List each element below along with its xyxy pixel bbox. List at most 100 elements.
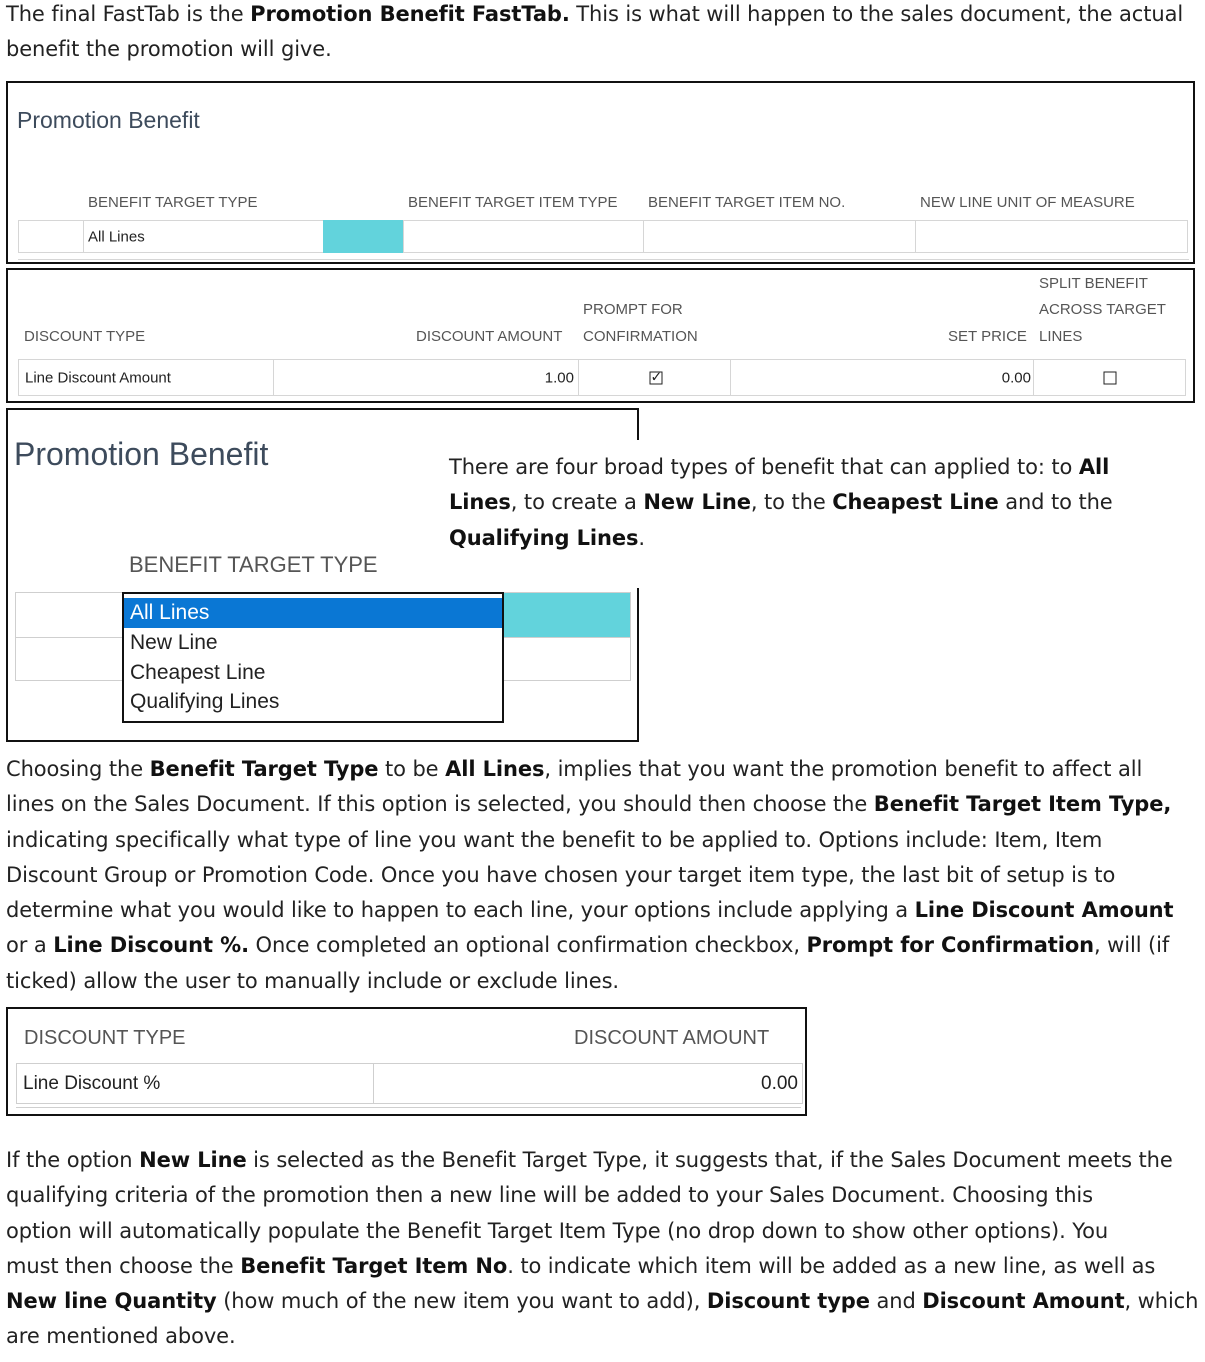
benefit-target-type-dropdown-toggle[interactable] [323, 220, 404, 253]
discount-type-field-2[interactable]: Line Discount % [16, 1063, 374, 1104]
para-bold: New line Quantity [6, 1289, 217, 1314]
dropdown-header-benefit-target-type: BENEFIT TARGET TYPE [129, 552, 378, 577]
benefit-target-item-no-field[interactable] [643, 220, 916, 253]
dropdown-row-1-teal[interactable] [500, 592, 631, 638]
promotion-benefit-fasttab: Promotion Benefit BENEFIT TARGET TYPE BE… [6, 81, 1195, 264]
para-bold: Discount type [706, 1289, 870, 1314]
prompt-for-confirmation-cell: ✓ [578, 359, 731, 396]
discount-amount-field-2[interactable]: 0.00 [373, 1063, 803, 1104]
para-bold: Line Discount Amount [914, 898, 1174, 923]
para1-line-2: lines on the Sales Document. If this opt… [6, 787, 1173, 822]
intro-line-1: The final FastTab is the Promotion Benef… [6, 0, 1183, 32]
para-text: , will (if [1094, 933, 1170, 958]
para-bold: Benefit Target Item Type, [873, 792, 1172, 817]
new-line-unit-of-measure-field[interactable] [915, 220, 1188, 253]
header-discount-type: DISCOUNT TYPE [24, 328, 146, 345]
split-benefit-cell [1033, 359, 1186, 396]
para-text: must then choose the [6, 1253, 241, 1278]
intro-paragraph: The final FastTab is the Promotion Benef… [6, 0, 1183, 68]
benefit-types-callout: There are four broad types of benefit th… [449, 450, 1169, 556]
para-text: , which [1124, 1289, 1199, 1314]
callout-text: There are four broad types of benefit th… [449, 455, 1079, 479]
callout-bold: Qualifying Lines [449, 525, 639, 550]
split-benefit-checkbox[interactable] [1103, 371, 1116, 384]
para-text: If the option [6, 1148, 140, 1172]
para-bold: All Lines [445, 757, 545, 781]
benefit-target-type-dropdown-list[interactable]: All Lines New Line Cheapest Line Qualify… [122, 592, 504, 723]
para-text: . to indicate which item will be added a… [507, 1253, 1156, 1278]
prompt-for-confirmation-checkbox[interactable]: ✓ [649, 370, 663, 384]
header-discount-amount-2: DISCOUNT AMOUNT [574, 1027, 770, 1049]
header-benefit-target-item-no: BENEFIT TARGET ITEM NO. [648, 194, 846, 211]
header-discount-amount: DISCOUNT AMOUNT [416, 328, 563, 345]
dropdown-row-2-right[interactable] [500, 637, 631, 681]
dropdown-panel-title: Promotion Benefit [14, 436, 269, 472]
callout-text: , to the [750, 490, 833, 515]
header-split-benefit-1: SPLIT BENEFIT [1039, 275, 1148, 292]
para-bold: Discount Amount [922, 1289, 1125, 1314]
discount-amount-field[interactable]: 1.00 [273, 359, 579, 396]
intro-text: The final FastTab is the [6, 2, 251, 26]
para1-line-4: Discount Group or Promotion Code. Once y… [6, 862, 1116, 887]
dropdown-option-all-lines[interactable]: All Lines [124, 598, 502, 628]
line-discount-percent-panel: DISCOUNT TYPE DISCOUNT AMOUNT Line Disco… [6, 1007, 807, 1116]
callout-line-2: Lines, to create a New Line, to the Chea… [449, 485, 1169, 520]
para2-line-5: New line Quantity (how much of the new i… [6, 1284, 1198, 1319]
all-lines-paragraph: Choosing the Benefit Target Type to be A… [6, 752, 1174, 999]
para2-line-2: qualifying criteria of the promotion the… [6, 1183, 1093, 1208]
new-line-paragraph: If the option New Line is selected as th… [6, 1143, 1198, 1355]
intro-text: This is what will happen to the sales do… [569, 2, 1184, 26]
next-row-divider-2 [16, 1107, 801, 1111]
discount-type-value: Line Discount Amount [25, 369, 171, 386]
header-set-price: SET PRICE [948, 328, 1027, 345]
para1-line-3: indicating specifically what type of lin… [6, 827, 1103, 852]
para-text: determine what you would like to happen … [6, 898, 915, 923]
para-bold: Benefit Target Item No [240, 1253, 508, 1278]
next-row-divider [18, 259, 1189, 263]
panel-right-border-top [637, 408, 639, 440]
callout-text: and to the [998, 490, 1113, 515]
para2-line-4: must then choose the Benefit Target Item… [6, 1249, 1198, 1284]
para-text: (how much of the new item you want to ad… [216, 1289, 707, 1314]
row-selector-cell[interactable] [18, 220, 84, 253]
callout-line-3: Qualifying Lines. [449, 521, 1169, 556]
para-text: lines on the Sales Document. If this opt… [6, 792, 874, 817]
para-bold: Line Discount %. [53, 933, 249, 958]
benefit-target-type-field[interactable]: All Lines [83, 220, 324, 253]
dropdown-option-qualifying-lines[interactable]: Qualifying Lines [124, 687, 502, 717]
para2-line-6: are mentioned above. [6, 1324, 236, 1349]
header-new-line-unit-of-measure: NEW LINE UNIT OF MEASURE [920, 194, 1135, 211]
benefit-target-type-value: All Lines [88, 228, 145, 245]
para2-line-1: If the option New Line is selected as th… [6, 1143, 1198, 1178]
para-bold: Benefit Target Type [149, 757, 379, 781]
discount-type-field[interactable]: Line Discount Amount [18, 359, 274, 396]
header-split-benefit-2: ACROSS TARGET [1039, 301, 1166, 318]
intro-bold: Promotion Benefit FastTab. [250, 2, 570, 26]
dropdown-row-1-selector[interactable] [15, 592, 129, 638]
header-split-benefit-3: LINES [1039, 328, 1083, 345]
callout-bold: All [1078, 455, 1110, 479]
discount-type-value-2: Line Discount % [23, 1072, 161, 1094]
para-text: Choosing the [6, 757, 150, 781]
header-benefit-target-item-type: BENEFIT TARGET ITEM TYPE [408, 194, 618, 211]
discount-settings-panel: DISCOUNT TYPE DISCOUNT AMOUNT PROMPT FOR… [6, 268, 1195, 403]
dropdown-option-new-line[interactable]: New Line [124, 628, 502, 658]
callout-line-1: There are four broad types of benefit th… [449, 450, 1169, 485]
callout-text: . [638, 525, 645, 550]
dropdown-row-2-selector[interactable] [15, 637, 129, 681]
header-discount-type-2: DISCOUNT TYPE [24, 1027, 186, 1049]
para-text: , implies that you want the promotion be… [544, 757, 1143, 781]
benefit-target-item-type-field[interactable] [403, 220, 644, 253]
callout-bold: New Line [643, 490, 751, 515]
para-bold: New Line [139, 1148, 247, 1172]
header-prompt-for-confirmation-1: PROMPT FOR [583, 301, 683, 318]
para-bold: Prompt for Confirmation [806, 933, 1095, 958]
callout-text: , to create a [510, 490, 644, 515]
para-text: and [869, 1289, 923, 1314]
set-price-field[interactable]: 0.00 [730, 359, 1034, 396]
para-text: to be [378, 757, 446, 781]
discount-amount-value: 1.00 [544, 369, 574, 386]
dropdown-option-cheapest-line[interactable]: Cheapest Line [124, 658, 502, 688]
para-text: is selected as the Benefit Target Type, … [246, 1148, 1173, 1172]
discount-amount-value-2: 0.00 [761, 1072, 798, 1094]
